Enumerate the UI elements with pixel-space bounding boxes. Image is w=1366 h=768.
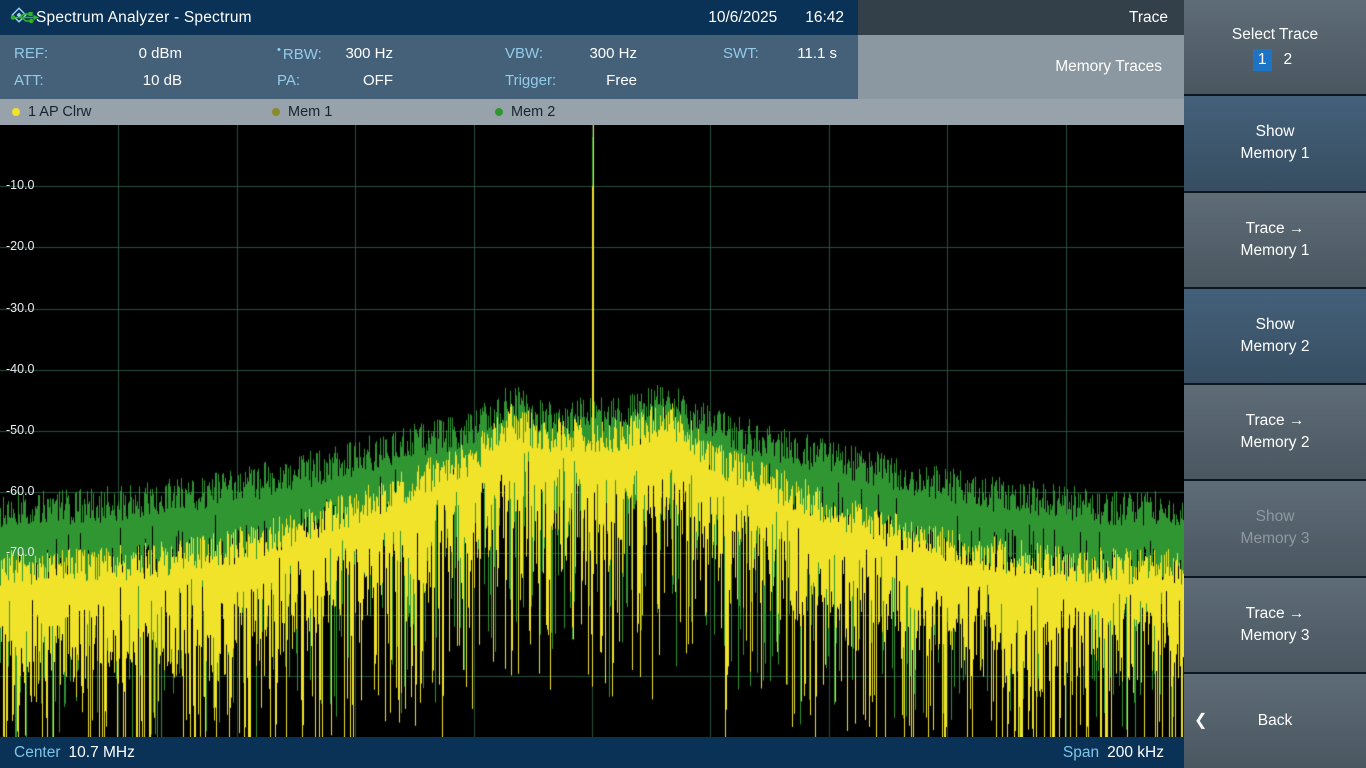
softkey-label: Back: [1258, 710, 1292, 732]
spectrum-analyzer-app: Spectrum Analyzer - Spectrum 10/6/2025: [0, 0, 1366, 768]
setting-label-trigger: Trigger:: [505, 72, 575, 89]
settings-column: REF:0 dBmATT:10 dB: [14, 40, 182, 94]
softkey-label: Memory 3: [1241, 625, 1310, 647]
settings-column: VBW:300 HzTrigger:Free: [505, 40, 637, 94]
setting-value-att[interactable]: 10 dB: [78, 72, 182, 89]
date-label: 10/6/2025: [708, 9, 777, 27]
trace-legend: 1 AP Clrw Mem 1 Mem 2: [0, 99, 1184, 125]
ytick-label: -60.0: [6, 484, 35, 498]
ytick-label: -40.0: [6, 362, 35, 376]
menu-title: Trace: [858, 0, 1184, 35]
time-label: 16:42: [805, 9, 844, 27]
setting-value-swt[interactable]: 11.1 s: [775, 45, 837, 62]
softkey-show-memory-3: ShowMemory 3: [1184, 481, 1366, 575]
main-area: Spectrum Analyzer - Spectrum 10/6/2025: [0, 0, 1184, 768]
center-frequency[interactable]: Center 10.7 MHz: [14, 744, 135, 762]
app-title: Spectrum Analyzer - Spectrum: [36, 9, 252, 27]
setting-label-att: ATT:: [14, 72, 78, 89]
ytick-label: -70.0: [6, 545, 35, 559]
ytick-label: -50.0: [6, 423, 35, 437]
softkey-label: Show: [1256, 121, 1295, 143]
softkey-label: Memory 1: [1241, 240, 1310, 262]
menu-title-label: Trace: [1129, 9, 1168, 27]
memory-traces-label: Memory Traces: [1055, 58, 1162, 76]
title-bar: Spectrum Analyzer - Spectrum 10/6/2025: [0, 0, 858, 35]
span-value: 200 kHz: [1107, 744, 1164, 762]
setting-label-vbw: VBW:: [505, 45, 575, 62]
center-label: Center: [14, 744, 61, 762]
setting-label-ref: REF:: [14, 45, 78, 62]
span-label: Span: [1063, 744, 1099, 762]
softkey-label: Memory 1: [1241, 143, 1310, 165]
setting-value-trigger[interactable]: Free: [575, 72, 637, 89]
softkey-select-trace[interactable]: Select Trace 12: [1184, 0, 1366, 94]
legend-label-trace1: 1 AP Clrw: [28, 104, 91, 120]
legend-item-memory1: Mem 1: [272, 104, 495, 120]
legend-label-memory1: Mem 1: [288, 104, 332, 120]
setting-value-pa[interactable]: OFF: [335, 72, 393, 89]
ytick-label: -20.0: [6, 239, 35, 253]
setting-label-swt: SWT:: [723, 45, 775, 62]
setting-value-vbw[interactable]: 300 Hz: [575, 45, 637, 62]
center-value: 10.7 MHz: [69, 744, 135, 762]
datetime: 10/6/2025 16:42: [708, 9, 850, 27]
setting-label-rbw: RBW:: [277, 44, 335, 63]
softkey-menu: Select Trace12ShowMemory 1Trace →Memory …: [1184, 0, 1366, 768]
legend-label-memory2: Mem 2: [511, 104, 555, 120]
softkey-label: Memory 2: [1241, 432, 1310, 454]
softkey-label: Memory 3: [1241, 528, 1310, 550]
ytick-label: -30.0: [6, 301, 35, 315]
memory1-color-dot-icon: [272, 108, 280, 116]
legend-item-memory2: Mem 2: [495, 104, 555, 120]
trace-option-1[interactable]: 1: [1253, 49, 1272, 71]
footer-bar: Center 10.7 MHz Span 200 kHz: [0, 737, 1184, 768]
settings-column: RBW:300 HzPA:OFF: [277, 40, 393, 94]
softkey-label: Trace →: [1246, 603, 1305, 625]
memory-traces-panel: Memory Traces: [858, 35, 1184, 99]
spectrum-canvas: [0, 125, 1184, 737]
memory2-color-dot-icon: [495, 108, 503, 116]
softkey-label: Trace →: [1246, 410, 1305, 432]
softkey-show-memory-2[interactable]: ShowMemory 2: [1184, 289, 1366, 383]
softkey-show-memory-1[interactable]: ShowMemory 1: [1184, 96, 1366, 190]
softkey-label: Show: [1256, 506, 1295, 528]
settings-column: SWT:11.1 s: [723, 40, 837, 67]
softkey-label: Memory 2: [1241, 336, 1310, 358]
trace-options: 12: [1253, 49, 1297, 71]
softkey-back[interactable]: Back ❮: [1184, 674, 1366, 768]
setting-label-pa: PA:: [277, 72, 335, 89]
setting-value-ref[interactable]: 0 dBm: [78, 45, 182, 62]
softkey-trace-to-memory-3[interactable]: Trace →Memory 3: [1184, 578, 1366, 672]
softkey-trace-to-memory-1[interactable]: Trace →Memory 1: [1184, 193, 1366, 287]
setting-value-rbw[interactable]: 300 Hz: [335, 45, 393, 62]
softkey-label: Show: [1256, 314, 1295, 336]
trace1-color-dot-icon: [12, 108, 20, 116]
softkey-trace-to-memory-2[interactable]: Trace →Memory 2: [1184, 385, 1366, 479]
usb-icon: [10, 10, 40, 30]
back-chevron-icon: ❮: [1194, 710, 1207, 732]
settings-bar: REF:0 dBmATT:10 dBRBW:300 HzPA:OFFVBW:30…: [0, 35, 858, 99]
spectrum-plot: -10.0 -20.0 -30.0 -40.0 -50.0 -60.0 -70.0: [0, 125, 1184, 737]
legend-item-trace1: 1 AP Clrw: [0, 104, 272, 120]
ytick-label: -10.0: [6, 178, 35, 192]
softkey-label: Trace →: [1246, 218, 1305, 240]
softkey-label: Select Trace: [1232, 24, 1318, 46]
span-setting[interactable]: Span 200 kHz: [1063, 744, 1164, 762]
trace-option-2[interactable]: 2: [1279, 49, 1298, 71]
